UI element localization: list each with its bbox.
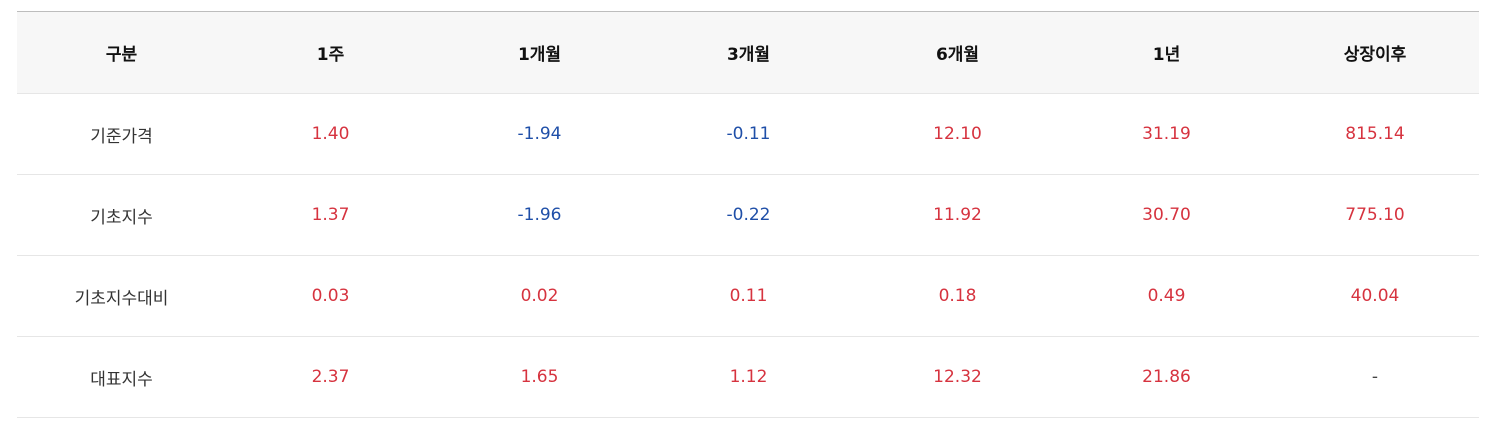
header-1-week: 1주 <box>316 45 345 65</box>
table-cell: 1.12 <box>729 367 768 387</box>
table-cell: 1.40 <box>311 124 350 144</box>
table-cell: -1.94 <box>517 124 562 144</box>
table-cell: 2.37 <box>311 367 350 387</box>
table-cell: 12.10 <box>933 124 982 144</box>
header-1-year: 1년 <box>1152 45 1181 65</box>
table-cell: 40.04 <box>1350 286 1400 306</box>
table-cell: 12.32 <box>933 367 982 387</box>
table-row: 기초지수대비 0.03 0.02 0.11 0.18 0.49 40.04 <box>17 256 1479 337</box>
table-cell: 0.02 <box>520 286 559 306</box>
table-cell: - <box>1371 367 1379 387</box>
table-cell: 30.70 <box>1142 205 1191 225</box>
table-cell: 11.92 <box>933 205 982 225</box>
table-row: 대표지수 2.37 1.65 1.12 12.32 21.86 - <box>17 337 1479 418</box>
table-cell: 31.19 <box>1142 124 1191 144</box>
table-header: 구분 1주 1개월 3개월 6개월 1년 상장이후 <box>17 11 1479 94</box>
header-6-months: 6개월 <box>935 45 980 65</box>
header-since-listing: 상장이후 <box>1343 45 1407 65</box>
table-row: 기준가격 1.40 -1.94 -0.11 12.10 31.19 815.14 <box>17 93 1479 175</box>
table-cell: 1.37 <box>311 205 350 225</box>
table-cell: -0.11 <box>726 124 771 144</box>
row-label: 기초지수 <box>90 207 153 228</box>
returns-table-container: 구분 1주 1개월 3개월 6개월 1년 상장이후 기준가격 1.40 -1.9… <box>17 11 1479 418</box>
row-label: 기초지수대비 <box>74 288 169 309</box>
table-cell: 0.03 <box>311 286 350 306</box>
row-label: 기준가격 <box>90 126 153 147</box>
table-cell: 1.65 <box>520 367 559 387</box>
table-cell: 815.14 <box>1345 124 1405 144</box>
header-1-month: 1개월 <box>517 45 562 65</box>
table-cell: 21.86 <box>1142 367 1191 387</box>
table-cell: -1.96 <box>517 205 562 225</box>
table-row: 기초지수 1.37 -1.96 -0.22 11.92 30.70 775.10 <box>17 175 1479 256</box>
table-body: 기준가격 1.40 -1.94 -0.11 12.10 31.19 815.14… <box>17 93 1479 418</box>
table-cell: 775.10 <box>1345 205 1405 225</box>
header-row: 구분 1주 1개월 3개월 6개월 1년 상장이후 <box>17 11 1479 94</box>
table-cell: -0.22 <box>726 205 771 225</box>
table-cell: 0.11 <box>729 286 768 306</box>
header-category: 구분 <box>105 45 138 65</box>
row-label: 대표지수 <box>90 369 153 390</box>
returns-table: 구분 1주 1개월 3개월 6개월 1년 상장이후 기준가격 1.40 -1.9… <box>17 11 1479 418</box>
table-cell: 0.49 <box>1147 286 1186 306</box>
header-3-months: 3개월 <box>726 45 771 65</box>
table-cell: 0.18 <box>938 286 977 306</box>
